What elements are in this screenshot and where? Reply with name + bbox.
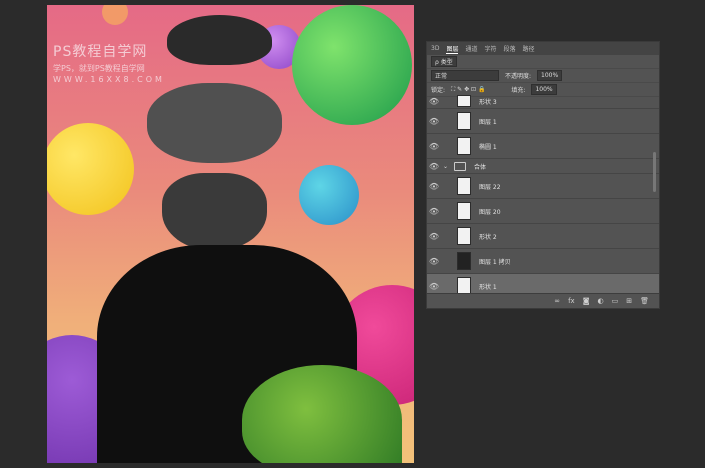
watermark-url: WWW.16XX8.COM	[53, 75, 165, 84]
layer-row[interactable]: 👁 图层 20	[427, 199, 659, 224]
kind-filter-select[interactable]: ρ 类型	[431, 56, 457, 67]
layer-row[interactable]: 👁 图层 1 拷贝	[427, 249, 659, 274]
layers-footer: ∞ fx ◙ ◐ ▭ ⊞ 🗑	[427, 293, 659, 308]
document-canvas[interactable]: PS教程自学网 学PS，就到PS教程自学网 WWW.16XX8.COM	[47, 5, 414, 463]
head-middle	[147, 83, 282, 163]
layer-name: 形状 1	[479, 283, 497, 291]
green-ball	[292, 5, 412, 125]
tab-channels[interactable]: 通道	[465, 44, 477, 53]
layer-thumbnail	[457, 177, 471, 195]
layer-name: 椭圆 1	[479, 143, 497, 151]
layer-thumbnail	[457, 227, 471, 245]
eye-icon[interactable]: 👁	[427, 117, 441, 126]
link-icon[interactable]: ∞	[554, 297, 560, 305]
fx-icon[interactable]: fx	[568, 297, 575, 305]
eye-icon[interactable]: 👁	[427, 97, 441, 106]
layer-row[interactable]: 👁 图层 1	[427, 109, 659, 134]
scrollbar[interactable]	[653, 152, 656, 192]
fill-label: 填充:	[511, 87, 526, 94]
panel-tabs: 3D 图层 通道 字符 段落 路径	[427, 42, 659, 55]
layer-row[interactable]: 👁 图层 22	[427, 174, 659, 199]
layers-panel: 3D 图层 通道 字符 段落 路径 ρ 类型 正常 不透明度: 100% 锁定:…	[426, 41, 660, 309]
trash-icon[interactable]: 🗑	[640, 297, 649, 305]
folder-icon[interactable]: ▭	[612, 297, 619, 305]
layer-group-row[interactable]: 👁 ⌄ 合体	[427, 159, 659, 174]
head-lower	[162, 173, 267, 251]
orange-top-ball	[102, 5, 128, 25]
blend-mode-select[interactable]: 正常	[431, 70, 499, 81]
tab-paths[interactable]: 路径	[523, 44, 535, 53]
adjustment-icon[interactable]: ◐	[598, 297, 604, 305]
tab-layers[interactable]: 图层	[446, 44, 459, 54]
eye-icon[interactable]: 👁	[427, 162, 441, 171]
tab-3d[interactable]: 3D	[431, 45, 439, 52]
eye-icon[interactable]: 👁	[427, 257, 441, 266]
eye-icon[interactable]: 👁	[427, 207, 441, 216]
teal-ball	[299, 165, 359, 225]
layer-name: 图层 20	[479, 208, 501, 216]
layer-name: 图层 22	[479, 183, 501, 191]
layer-name: 形状 2	[479, 233, 497, 241]
blend-row: 正常 不透明度: 100%	[427, 69, 659, 83]
chevron-down-icon[interactable]: ⌄	[443, 163, 448, 170]
filter-row: ρ 类型	[427, 55, 659, 69]
mask-icon[interactable]: ◙	[583, 297, 590, 305]
layer-row[interactable]: 👁 形状 3	[427, 94, 659, 109]
layer-row[interactable]: 👁 形状 2	[427, 224, 659, 249]
eye-icon[interactable]: 👁	[427, 232, 441, 241]
layer-row[interactable]: 👁 椭圆 1	[427, 134, 659, 159]
layer-name: 图层 1 拷贝	[479, 258, 511, 266]
watermark: PS教程自学网 学PS，就到PS教程自学网 WWW.16XX8.COM	[53, 41, 213, 84]
tab-paragraph[interactable]: 段落	[503, 44, 515, 53]
layer-thumbnail	[457, 137, 471, 155]
layer-thumbnail	[457, 252, 471, 270]
layer-thumbnail	[457, 95, 471, 107]
watermark-subtitle: 学PS，就到PS教程自学网	[53, 64, 145, 73]
layer-name: 形状 3	[479, 98, 497, 106]
folder-icon	[454, 161, 467, 171]
new-layer-icon[interactable]: ⊞	[626, 297, 632, 305]
eye-icon[interactable]: 👁	[427, 142, 441, 151]
layer-name: 合体	[474, 163, 487, 171]
watermark-title: PS教程自学网	[53, 44, 148, 60]
opacity-label: 不透明度:	[505, 73, 532, 80]
yellow-ball	[47, 123, 134, 215]
layer-thumbnail	[457, 112, 471, 130]
layers-list: 👁 形状 3 👁 图层 1 👁 椭圆 1 👁 ⌄ 合体 👁 图层 22 👁 图层…	[427, 94, 659, 304]
eye-icon[interactable]: 👁	[427, 182, 441, 191]
layer-thumbnail	[457, 202, 471, 220]
layer-name: 图层 1	[479, 118, 497, 126]
lock-icon[interactable]: ⛶ ✎ ✥ ⊡ 🔒	[451, 86, 485, 94]
lock-label: 锁定:	[431, 87, 446, 94]
tab-character[interactable]: 字符	[484, 44, 496, 53]
eye-icon[interactable]: 👁	[427, 282, 441, 291]
opacity-field[interactable]: 100%	[537, 70, 563, 81]
